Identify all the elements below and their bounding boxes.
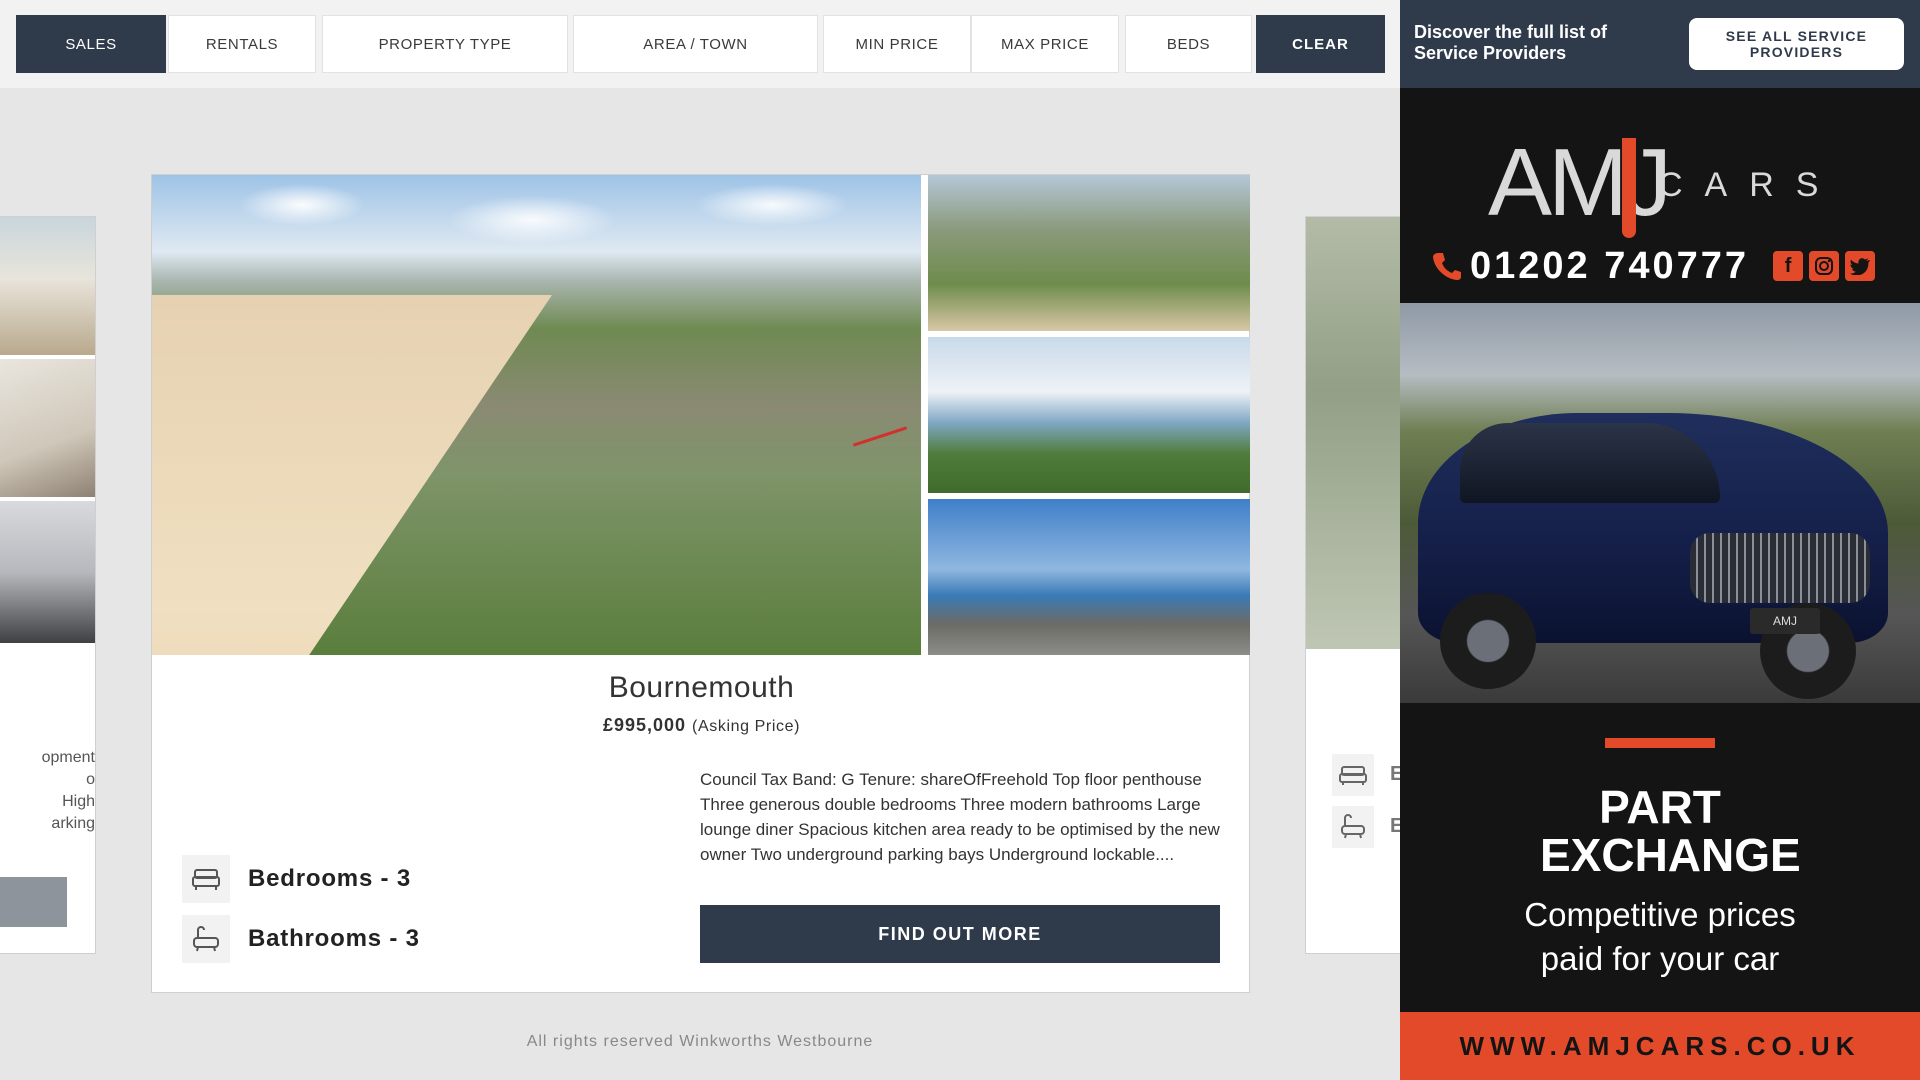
- area-town-dropdown[interactable]: AREA / TOWN: [573, 15, 818, 73]
- bed-icon: [182, 855, 230, 903]
- bath-icon: [182, 915, 230, 963]
- ad-url-bar[interactable]: WWW.AMJCARS.CO.UK: [1400, 1012, 1920, 1080]
- property-price: £995,000 (Asking Price): [152, 715, 1251, 736]
- photo-clouds: [152, 175, 921, 275]
- price-value: £995,000: [602, 715, 687, 735]
- bath-icon: [1332, 806, 1374, 848]
- phone-icon: [1433, 253, 1461, 280]
- logo-swoosh-icon: [1622, 138, 1636, 238]
- property-card: Bournemouth £995,000 (Asking Price) Bedro…: [151, 174, 1250, 993]
- car-window: [1460, 423, 1720, 503]
- beds-dropdown[interactable]: BEDS: [1125, 15, 1252, 73]
- previous-property-button[interactable]: [0, 877, 67, 927]
- see-all-service-providers-button[interactable]: SEE ALL SERVICE PROVIDERS: [1689, 18, 1904, 70]
- property-thumbnail-1[interactable]: [928, 175, 1250, 331]
- bedrooms-feature: Bedrooms - 3: [182, 855, 411, 903]
- car-number-plate: AMJ: [1750, 608, 1820, 634]
- min-price-dropdown[interactable]: MIN PRICE: [823, 15, 971, 73]
- next-property-card[interactable]: E E: [1305, 216, 1405, 954]
- ad-url: WWW.AMJCARS.CO.UK: [1459, 1030, 1861, 1061]
- property-thumbnail-3[interactable]: [928, 499, 1250, 655]
- max-price-dropdown[interactable]: MAX PRICE: [971, 15, 1119, 73]
- car-grille: [1690, 533, 1870, 603]
- price-qualifier: (Asking Price): [692, 718, 801, 735]
- ad-phone-row: 01202 740777 f: [1430, 236, 1910, 296]
- next-property-photo: [1306, 217, 1404, 649]
- social-links: f: [1773, 251, 1876, 281]
- previous-property-description: opment o High arking: [41, 749, 95, 832]
- logo-suffix: CARS: [1658, 166, 1841, 204]
- ad-car-photo: AMJ: [1400, 303, 1920, 703]
- facebook-icon[interactable]: f: [1773, 251, 1804, 281]
- instagram-icon[interactable]: [1809, 251, 1840, 281]
- car-wheel-icon: [1440, 593, 1536, 689]
- photo-arrow-icon: [852, 426, 908, 447]
- previous-property-card[interactable]: opment o High arking: [0, 216, 96, 954]
- bathrooms-label: Bathrooms - 3: [248, 925, 420, 952]
- amj-cars-logo: AMJ CARS: [1400, 118, 1920, 238]
- previous-property-photo: [0, 359, 95, 497]
- rentals-tab[interactable]: RENTALS: [168, 15, 316, 73]
- sidebar: Discover the full list of Service Provid…: [1400, 0, 1920, 1080]
- property-title: Bournemouth: [608, 671, 795, 704]
- service-providers-text: Discover the full list of Service Provid…: [1414, 22, 1608, 63]
- footer-copyright: All rights reserved Winkworths Westbourn…: [526, 1033, 874, 1050]
- ad-phone-number: 01202 740777: [1470, 244, 1750, 287]
- sales-tab[interactable]: SALES: [16, 15, 166, 73]
- ad-accent-bar: [1605, 738, 1715, 748]
- photo-beach: [152, 295, 552, 655]
- previous-property-photo: [0, 217, 95, 355]
- property-main-photo[interactable]: [152, 175, 921, 655]
- amj-cars-advert[interactable]: AMJ CARS 01202 740777 f AMJ PART EXCHANG…: [1400, 88, 1920, 1080]
- property-description: Council Tax Band: G Tenure: shareOfFreeh…: [700, 770, 1220, 864]
- find-out-more-button[interactable]: FIND OUT MORE: [700, 905, 1220, 963]
- bedrooms-label: Bedrooms - 3: [248, 865, 411, 892]
- ad-headline: PART EXCHANGE: [1540, 781, 1801, 881]
- bed-icon: [1332, 754, 1374, 796]
- property-type-dropdown[interactable]: PROPERTY TYPE: [322, 15, 568, 73]
- ad-subheadline: Competitive prices paid for your car: [1524, 896, 1796, 977]
- clear-button[interactable]: CLEAR: [1256, 15, 1385, 73]
- twitter-icon[interactable]: [1845, 251, 1876, 281]
- bathrooms-feature: Bathrooms - 3: [182, 915, 420, 963]
- logo-brand: AMJ: [1488, 129, 1672, 236]
- listing-area: opment o High arking E E Bournemouth £99…: [0, 88, 1405, 1080]
- property-thumbnail-2[interactable]: [928, 337, 1250, 493]
- previous-property-photo: [0, 501, 95, 643]
- filter-bar: SALES RENTALS PROPERTY TYPE AREA / TOWN …: [0, 0, 1400, 88]
- service-providers-bar: Discover the full list of Service Provid…: [1400, 0, 1920, 88]
